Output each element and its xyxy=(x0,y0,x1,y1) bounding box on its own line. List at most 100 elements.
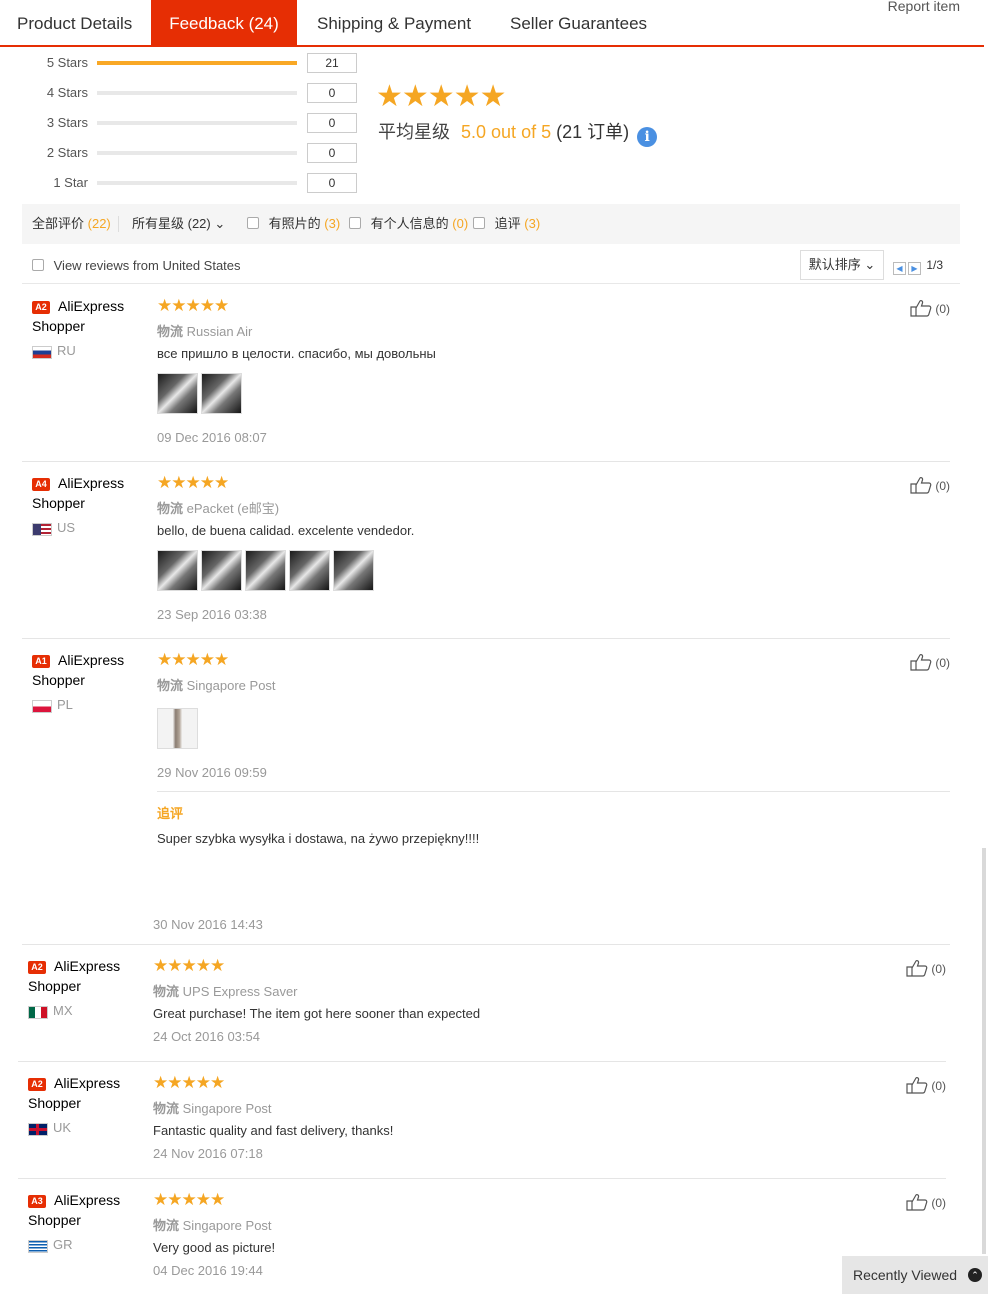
helpful-button[interactable]: (0) xyxy=(910,653,950,671)
page-indicator: 1/3 xyxy=(926,258,944,272)
thumbs-up-icon xyxy=(910,300,932,317)
shipping-method-value: Singapore Post xyxy=(186,678,276,693)
thumbs-up-icon xyxy=(906,1194,928,1211)
review-date: 24 Nov 2016 07:18 xyxy=(153,1146,263,1161)
rating-filter-select[interactable]: 所有星级 (22) ⌄ xyxy=(132,204,225,244)
buyer-level-badge: A2 xyxy=(28,1078,46,1091)
review-text: все пришло в целости. спасибо, мы доволь… xyxy=(157,346,436,361)
rating-label: 4 Stars xyxy=(46,85,88,100)
filter-personal-info[interactable]: 有个人信息的 (0) xyxy=(349,204,468,244)
rating-filter-label: 所有星级 (22) xyxy=(132,216,211,231)
additional-feedback-title: 追评 xyxy=(157,806,184,821)
review-photo[interactable] xyxy=(245,550,286,591)
with-photos-checkbox[interactable] xyxy=(247,217,259,229)
review-toolbar: View reviews from United States 默认排序 ⌄ ◀… xyxy=(22,250,960,284)
review-item: A4 AliExpress Shopper US ★★★★★ 物流 ePacke… xyxy=(22,462,950,639)
review-photo[interactable] xyxy=(201,373,242,414)
review-photo[interactable] xyxy=(201,550,242,591)
review-date: 24 Oct 2016 03:54 xyxy=(153,1029,260,1044)
helpful-button[interactable]: (0) xyxy=(910,476,950,494)
review-item: A3 AliExpress Shopper GR ★★★★★ 物流 Singap… xyxy=(18,1179,946,1294)
shipping-method-value: Russian Air xyxy=(186,324,253,339)
tab-shipping-payment[interactable]: Shipping & Payment xyxy=(317,0,471,46)
review-photo[interactable] xyxy=(333,550,374,591)
filter-all-count: (22) xyxy=(87,216,111,231)
shipping-method-value: ePacket (e邮宝) xyxy=(186,501,280,516)
thumbs-up-icon xyxy=(910,477,932,494)
shipping-method: 物流 ePacket (e邮宝) xyxy=(157,498,279,517)
buyer-level-badge: A1 xyxy=(32,655,50,668)
rating-count: 21 xyxy=(307,53,357,73)
rating-label: 3 Stars xyxy=(46,115,88,130)
shipping-method-value: Singapore Post xyxy=(182,1101,272,1116)
helpful-button[interactable]: (0) xyxy=(906,959,946,977)
rating-count: 0 xyxy=(307,143,357,163)
rating-bar-fill xyxy=(97,61,297,65)
additional-feedback-text: Super szybka wysyłka i dostawa, na żywo … xyxy=(157,831,480,846)
page-scrollbar[interactable] xyxy=(982,848,986,1254)
filter-additional-reviews[interactable]: 追评 (3) xyxy=(473,204,540,244)
shipping-method: 物流 Singapore Post xyxy=(157,675,276,694)
sort-select[interactable]: 默认排序 ⌄ xyxy=(800,250,884,280)
buyer-country: US xyxy=(57,520,76,535)
helpful-count: (0) xyxy=(935,479,950,493)
tab-product-details[interactable]: Product Details xyxy=(17,0,132,46)
filter-with-photos[interactable]: 有照片的 (3) xyxy=(247,204,340,244)
filter-additional-label: 追评 xyxy=(494,216,521,231)
buyer-name: AliExpress xyxy=(54,1192,121,1208)
review-stars: ★★★★★ xyxy=(157,296,229,315)
review-item: A2 AliExpress Shopper UK ★★★★★ 物流 Singap… xyxy=(18,1062,946,1179)
helpful-button[interactable]: (0) xyxy=(910,299,950,317)
buyer-type: Shopper xyxy=(28,978,81,994)
rating-count: 0 xyxy=(307,113,357,133)
review-photo[interactable] xyxy=(157,373,198,414)
tab-feedback[interactable]: Feedback (24) xyxy=(151,0,297,46)
tab-seller-guarantees[interactable]: Seller Guarantees xyxy=(510,0,647,46)
review-photos xyxy=(157,550,377,592)
review-item: A2 AliExpress Shopper MX ★★★★★ 物流 UPS Ex… xyxy=(18,945,946,1062)
review-stars: ★★★★★ xyxy=(153,956,225,975)
personal-info-checkbox[interactable] xyxy=(349,217,361,229)
helpful-button[interactable]: (0) xyxy=(906,1076,946,1094)
filter-with-photos-count: (3) xyxy=(324,216,341,231)
helpful-count: (0) xyxy=(931,1079,946,1093)
review-item: A1 AliExpress Shopper PL ★★★★★ 物流 Singap… xyxy=(22,639,950,945)
shipping-label: 物流 xyxy=(153,1218,180,1233)
report-item-link[interactable]: Report item xyxy=(888,0,960,14)
region-filter[interactable]: View reviews from United States xyxy=(32,256,241,276)
info-icon[interactable]: i xyxy=(637,127,658,147)
rating-bar xyxy=(97,121,297,125)
review-date: 04 Dec 2016 19:44 xyxy=(153,1263,263,1278)
buyer-country: UK xyxy=(53,1120,72,1135)
helpful-count: (0) xyxy=(935,302,950,316)
review-text: Great purchase! The item got here sooner… xyxy=(153,1006,481,1021)
filter-all-reviews[interactable]: 全部评价 (22) xyxy=(32,204,111,244)
shipping-label: 物流 xyxy=(157,324,184,339)
region-checkbox[interactable] xyxy=(32,259,44,271)
buyer-type: Shopper xyxy=(32,495,85,511)
additional-reviews-checkbox[interactable] xyxy=(473,217,485,229)
review-stars: ★★★★★ xyxy=(153,1073,225,1092)
buyer-type: Shopper xyxy=(32,318,85,334)
filter-all-label: 全部评价 xyxy=(32,216,85,231)
next-page-button[interactable]: ▶ xyxy=(908,262,921,275)
tab-bar: Product Details Feedback (24) Shipping &… xyxy=(0,0,984,47)
average-rating-summary: 平均星级 5.0 out of 5 (21 订单) i xyxy=(378,120,658,147)
prev-page-button[interactable]: ◀ xyxy=(893,262,906,275)
chevron-down-icon: ⌄ xyxy=(864,257,876,272)
rating-label: 5 Stars xyxy=(46,55,88,70)
recently-viewed-button[interactable]: Recently Viewed ⌃ xyxy=(842,1256,988,1294)
buyer-level-badge: A3 xyxy=(28,1195,46,1208)
buyer-type: Shopper xyxy=(32,672,85,688)
review-photo[interactable] xyxy=(157,708,198,749)
review-photo[interactable] xyxy=(289,550,330,591)
usa-flag-icon xyxy=(32,523,52,536)
mexico-flag-icon xyxy=(28,1006,48,1019)
review-photo[interactable] xyxy=(157,550,198,591)
shipping-label: 物流 xyxy=(153,1101,180,1116)
helpful-button[interactable]: (0) xyxy=(906,1193,946,1211)
shipping-method: 物流 UPS Express Saver xyxy=(153,981,298,1000)
review-item: A2 AliExpress Shopper RU ★★★★★ 物流 Russia… xyxy=(22,285,950,462)
buyer-name: AliExpress xyxy=(58,475,125,491)
greece-flag-icon xyxy=(28,1240,48,1253)
